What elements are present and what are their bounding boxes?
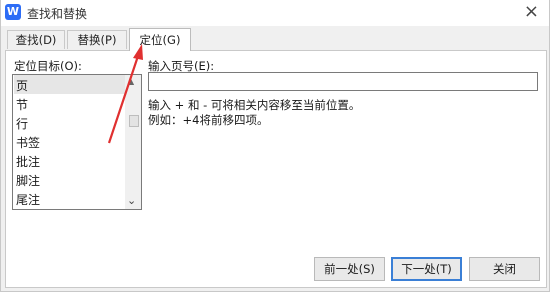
tab-replace[interactable]: 替换(P) [67,30,127,49]
scroll-thumb[interactable] [129,115,139,127]
list-item-page[interactable]: 页 [14,75,126,94]
page-number-input[interactable] [148,72,538,91]
list-item-bookmark[interactable]: 书签 [16,134,40,151]
window-title: 查找和替换 [27,7,88,21]
find-replace-dialog: W 查找和替换 × 查找(D) 替换(P) 定位(G) 定位目标(O): 页 节… [0,0,550,292]
tab-goto[interactable]: 定位(G) [129,28,191,51]
scroll-up-icon[interactable]: ▲ [128,77,134,86]
wps-writer-icon: W [5,4,21,20]
goto-hint-line1: 输入 + 和 - 可将相关内容移至当前位置。 [148,98,361,112]
title-bar: W 查找和替换 × [1,0,549,26]
list-item-line[interactable]: 行 [16,115,28,132]
list-item-footnote[interactable]: 脚注 [16,172,40,189]
goto-hint-line2: 例如：+4将前移四项。 [148,113,269,127]
goto-target-list[interactable]: 页 节 行 书签 批注 脚注 尾注 ▲ ⌄ [12,74,142,210]
list-scrollbar[interactable]: ▲ ⌄ [125,75,141,209]
list-item-section[interactable]: 节 [16,96,28,113]
list-item-endnote[interactable]: 尾注 [16,191,40,208]
list-item-comment[interactable]: 批注 [16,153,40,170]
chevron-down-icon[interactable]: ⌄ [127,194,136,207]
goto-target-label: 定位目标(O): [14,59,82,73]
tab-find[interactable]: 查找(D) [7,30,65,49]
close-icon[interactable]: × [524,1,539,23]
previous-button[interactable]: 前一处(S) [314,257,385,281]
close-button[interactable]: 关闭 [469,257,540,281]
next-button[interactable]: 下一处(T) [391,257,462,281]
